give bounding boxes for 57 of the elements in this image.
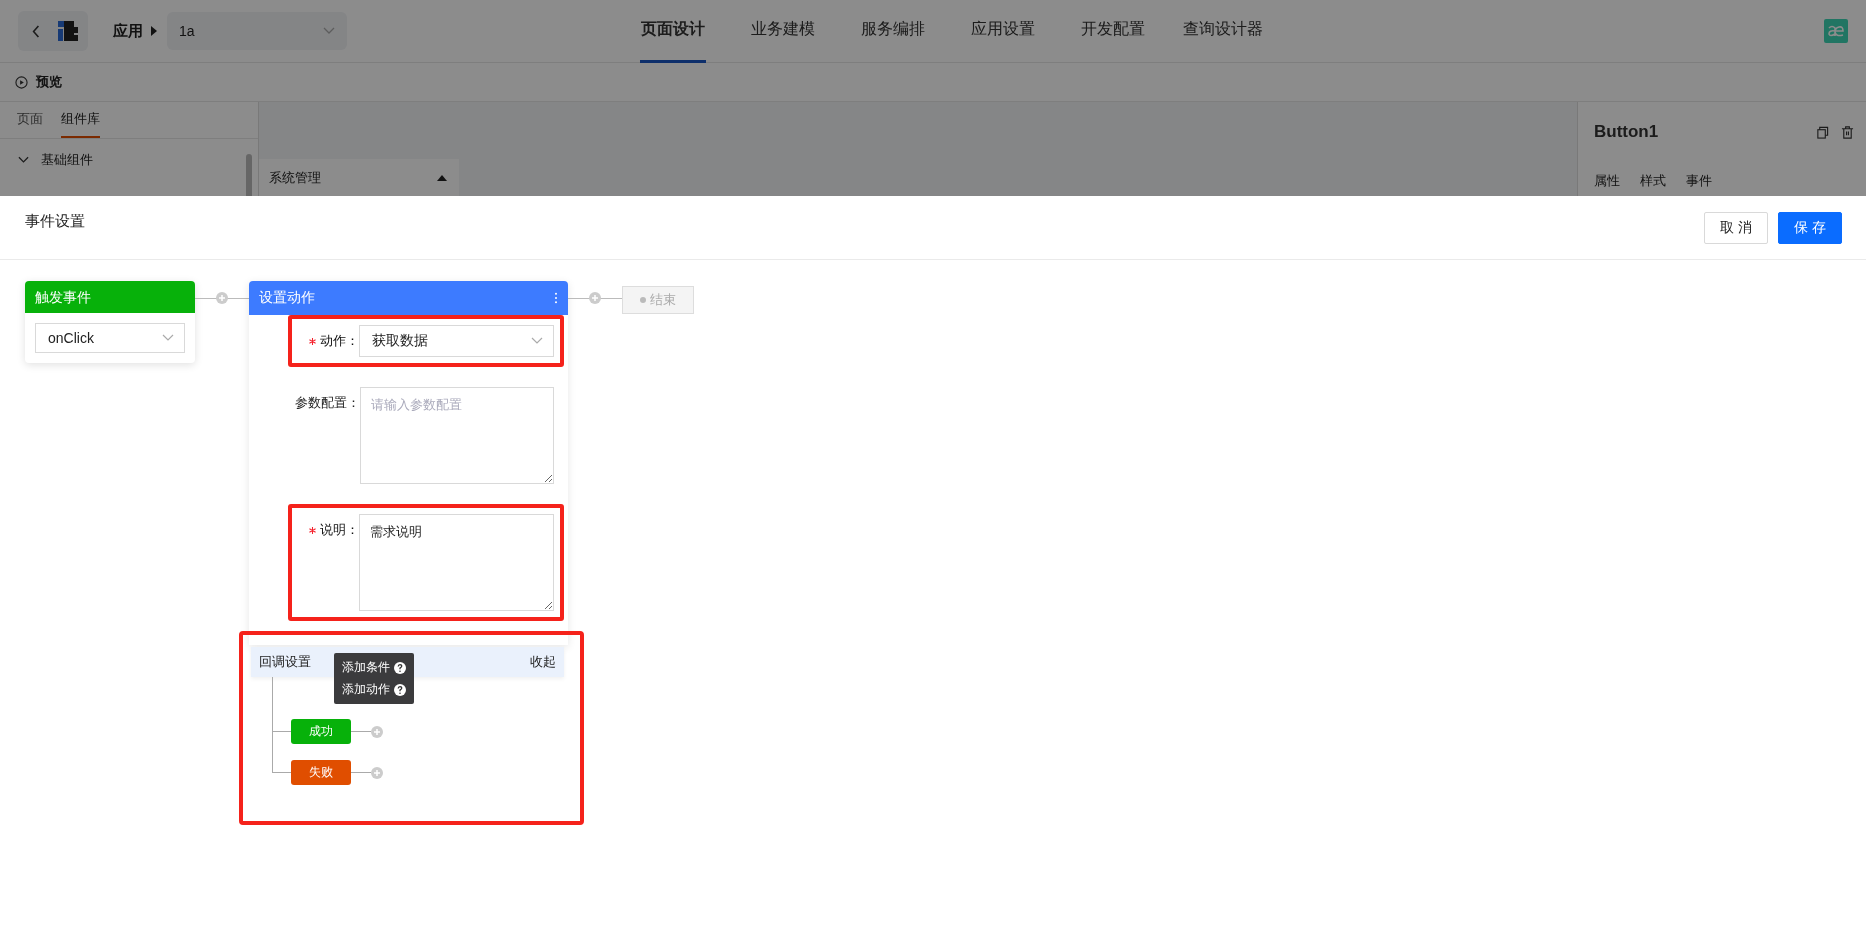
tooltip-option[interactable]: 添加动作 bbox=[342, 681, 390, 698]
chevron-down-icon bbox=[531, 337, 543, 345]
property-tab[interactable]: 样式 bbox=[1640, 172, 1666, 190]
help-icon bbox=[394, 683, 406, 696]
panel-tab[interactable]: 页面 bbox=[17, 102, 43, 138]
property-tab[interactable]: 属性 bbox=[1594, 172, 1620, 190]
save-button[interactable]: 保 存 bbox=[1778, 211, 1842, 244]
cancel-button[interactable]: 取 消 bbox=[1704, 211, 1768, 244]
collapse-link[interactable]: 收起 bbox=[530, 653, 556, 671]
group-label: 基础组件 bbox=[41, 151, 93, 169]
logo-icon bbox=[56, 19, 80, 43]
field-label: 参数配置： bbox=[295, 394, 360, 412]
panel-tab[interactable]: 组件库 bbox=[61, 102, 100, 138]
nav-tab[interactable]: 服务编排 bbox=[838, 0, 948, 63]
text-area[interactable]: 需求说明 bbox=[358, 514, 554, 611]
add-node-icon[interactable] bbox=[589, 292, 601, 304]
required-icon bbox=[308, 337, 316, 345]
field-label: 动作： bbox=[319, 332, 359, 350]
add-node-icon[interactable] bbox=[216, 292, 228, 304]
event-select[interactable]: onClick bbox=[35, 323, 185, 353]
delete-icon[interactable] bbox=[1841, 125, 1854, 139]
property-tab[interactable]: 事件 bbox=[1686, 172, 1712, 190]
app-label: 应用 bbox=[113, 21, 143, 41]
action-select[interactable]: 获取数据 bbox=[358, 325, 554, 357]
field-label: 说明： bbox=[319, 521, 359, 539]
nav-tab[interactable]: 应用设置 bbox=[948, 0, 1058, 63]
branch-tag[interactable]: 成功 bbox=[291, 719, 351, 744]
back-button[interactable] bbox=[18, 11, 88, 51]
callback-title: 回调设置 bbox=[259, 653, 311, 671]
app-select[interactable]: 1a bbox=[167, 12, 347, 50]
help-icon bbox=[394, 661, 406, 674]
action-title: 设置动作 bbox=[259, 289, 315, 307]
scrollbar[interactable] bbox=[246, 154, 252, 196]
required-icon bbox=[308, 526, 316, 534]
chevron-down-icon bbox=[162, 334, 174, 342]
text-area[interactable]: 请输入参数配置 bbox=[360, 387, 554, 484]
more-icon[interactable] bbox=[554, 292, 558, 304]
preview-button[interactable]: 预览 bbox=[36, 73, 62, 91]
collapse-icon bbox=[437, 175, 447, 181]
menu-item[interactable]: 系统管理 bbox=[259, 159, 459, 196]
component-title: Button1 bbox=[1594, 122, 1659, 142]
branch-tag[interactable]: 失败 bbox=[291, 760, 351, 785]
caret-icon bbox=[151, 26, 157, 36]
nav-tab[interactable]: 业务建模 bbox=[728, 0, 838, 63]
add-node-icon[interactable] bbox=[371, 766, 383, 779]
play-icon bbox=[15, 75, 28, 89]
nav-tab[interactable]: 查询设计器 bbox=[1168, 0, 1278, 63]
chevron-down-icon bbox=[323, 27, 335, 35]
copy-icon[interactable] bbox=[1816, 125, 1829, 139]
nav-tab[interactable]: 开发配置 bbox=[1058, 0, 1168, 63]
app-logo-icon bbox=[1824, 19, 1848, 43]
tooltip-option[interactable]: 添加条件 bbox=[342, 659, 390, 676]
dialog-title: 事件设置 bbox=[25, 212, 85, 231]
trigger-title: 触发事件 bbox=[25, 281, 195, 313]
add-node-icon[interactable] bbox=[371, 725, 383, 738]
expand-icon[interactable] bbox=[18, 156, 29, 164]
back-icon bbox=[32, 24, 40, 38]
